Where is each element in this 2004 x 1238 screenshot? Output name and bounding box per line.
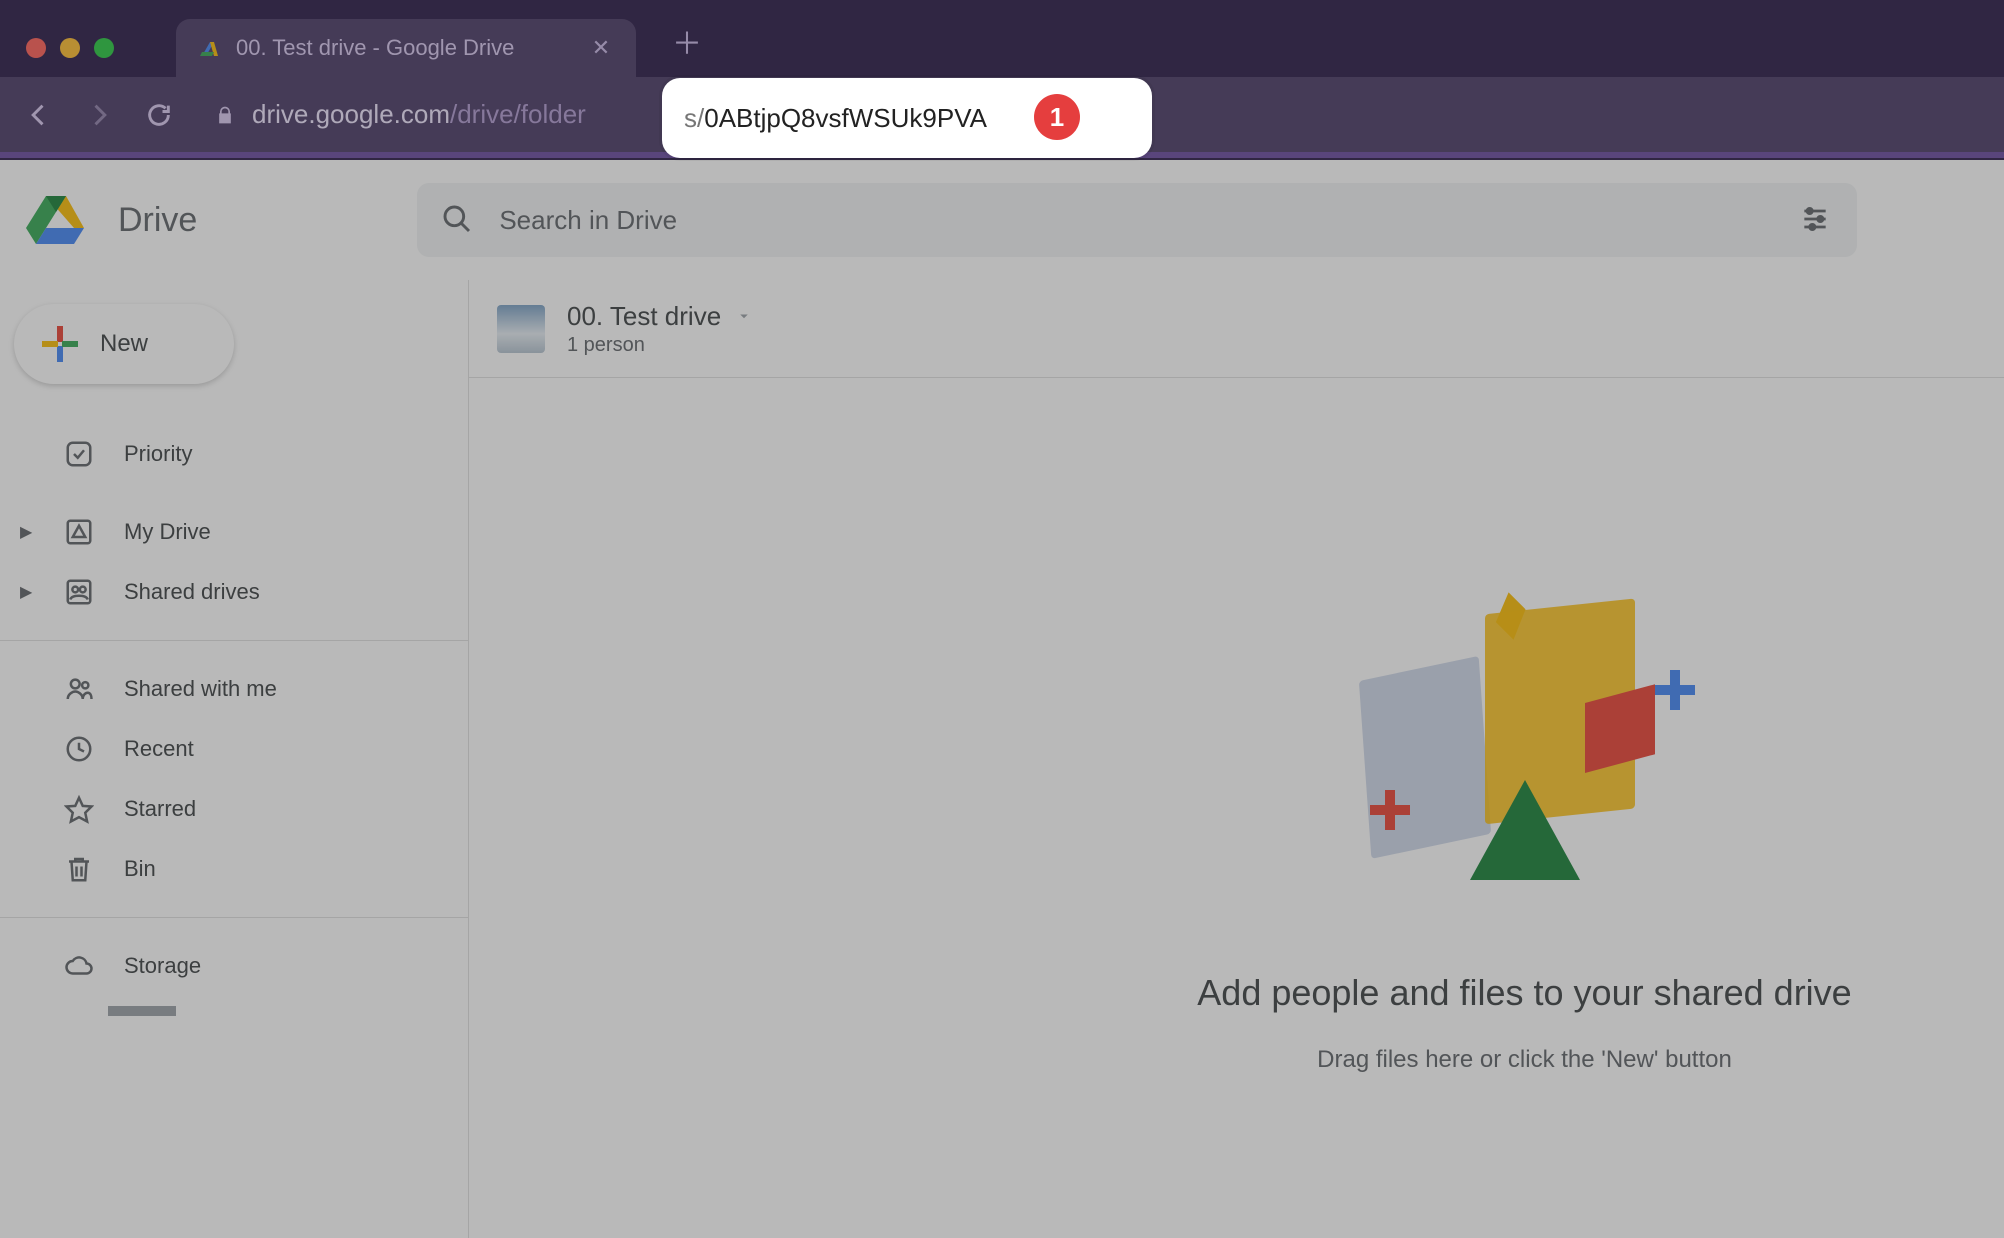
new-tab-button[interactable]: ＋ — [672, 19, 702, 63]
empty-title: Add people and files to your shared driv… — [1197, 972, 1851, 1014]
sidebar-item-starred[interactable]: ▶ Starred — [0, 779, 468, 839]
window-maximize[interactable] — [94, 38, 114, 58]
storage-icon — [62, 949, 96, 983]
bin-icon — [62, 852, 96, 886]
window-controls — [26, 38, 114, 58]
sidebar-item-label: Storage — [124, 953, 201, 979]
breadcrumb-subtitle: 1 person — [567, 334, 753, 357]
sidebar: New ▶ Priority ▶ My Drive — [0, 280, 468, 1238]
window-minimize[interactable] — [60, 38, 80, 58]
recent-icon — [62, 732, 96, 766]
window-close[interactable] — [26, 38, 46, 58]
drive-favicon — [198, 36, 222, 60]
priority-icon — [62, 437, 96, 471]
shared-with-me-icon — [62, 672, 96, 706]
sidebar-divider — [0, 640, 468, 641]
breadcrumb-dropdown-icon[interactable] — [735, 307, 753, 325]
app-header: Drive Search in Drive — [0, 160, 2004, 280]
browser-tab[interactable]: 00. Test drive - Google Drive ✕ — [176, 19, 636, 77]
my-drive-icon — [62, 515, 96, 549]
new-button-label: New — [100, 330, 148, 358]
sidebar-item-label: Recent — [124, 736, 194, 762]
new-button[interactable]: New — [14, 304, 234, 384]
breadcrumb-row: 00. Test drive 1 person — [469, 280, 2004, 378]
product-name: Drive — [118, 201, 197, 240]
tab-strip: 00. Test drive - Google Drive ✕ ＋ — [176, 12, 702, 77]
sidebar-item-label: My Drive — [124, 519, 211, 545]
sidebar-item-label: Starred — [124, 796, 196, 822]
tab-close-icon[interactable]: ✕ — [588, 35, 614, 61]
drive-app: Drive Search in Drive — [0, 160, 2004, 1238]
breadcrumb-title[interactable]: 00. Test drive — [567, 301, 753, 332]
filter-icon[interactable] — [1799, 203, 1833, 237]
sidebar-item-shared-with-me[interactable]: ▶ Shared with me — [0, 659, 468, 719]
search-icon — [441, 203, 475, 237]
shared-drives-icon — [62, 575, 96, 609]
lock-icon — [214, 104, 236, 126]
annotation-badge-1: 1 — [1034, 94, 1080, 140]
reload-button[interactable] — [142, 98, 176, 132]
expand-icon[interactable]: ▶ — [20, 582, 34, 602]
sidebar-item-shared-drives[interactable]: ▶ Shared drives — [0, 562, 468, 622]
back-button[interactable] — [22, 98, 56, 132]
search-box[interactable]: Search in Drive — [417, 183, 1857, 257]
empty-state: Add people and files to your shared driv… — [1075, 560, 1975, 1074]
search-placeholder: Search in Drive — [499, 205, 1775, 236]
plus-icon — [40, 324, 80, 364]
expand-icon[interactable]: ▶ — [20, 522, 34, 542]
storage-usage-bar — [108, 1006, 176, 1016]
sidebar-item-label: Priority — [124, 441, 192, 467]
folder-thumbnail — [497, 305, 545, 353]
sidebar-divider — [0, 917, 468, 918]
sidebar-item-recent[interactable]: ▶ Recent — [0, 719, 468, 779]
sidebar-item-label: Shared drives — [124, 579, 260, 605]
content-area: 00. Test drive 1 person — [468, 280, 2004, 1238]
drive-logo[interactable] — [24, 188, 88, 252]
sidebar-item-my-drive[interactable]: ▶ My Drive — [0, 502, 468, 562]
sidebar-item-bin[interactable]: ▶ Bin — [0, 839, 468, 899]
sidebar-item-label: Bin — [124, 856, 156, 882]
sidebar-item-storage[interactable]: ▶ Storage — [0, 936, 468, 996]
tab-title: 00. Test drive - Google Drive — [236, 35, 574, 61]
empty-illustration — [1335, 560, 1715, 940]
sidebar-item-label: Shared with me — [124, 676, 277, 702]
url-domain: drive.google.com — [252, 99, 450, 129]
sidebar-item-priority[interactable]: ▶ Priority — [0, 424, 468, 484]
empty-subtitle: Drag files here or click the 'New' butto… — [1317, 1046, 1732, 1074]
starred-icon — [62, 792, 96, 826]
forward-button[interactable] — [82, 98, 116, 132]
url-path: /drive/folder — [450, 99, 586, 129]
